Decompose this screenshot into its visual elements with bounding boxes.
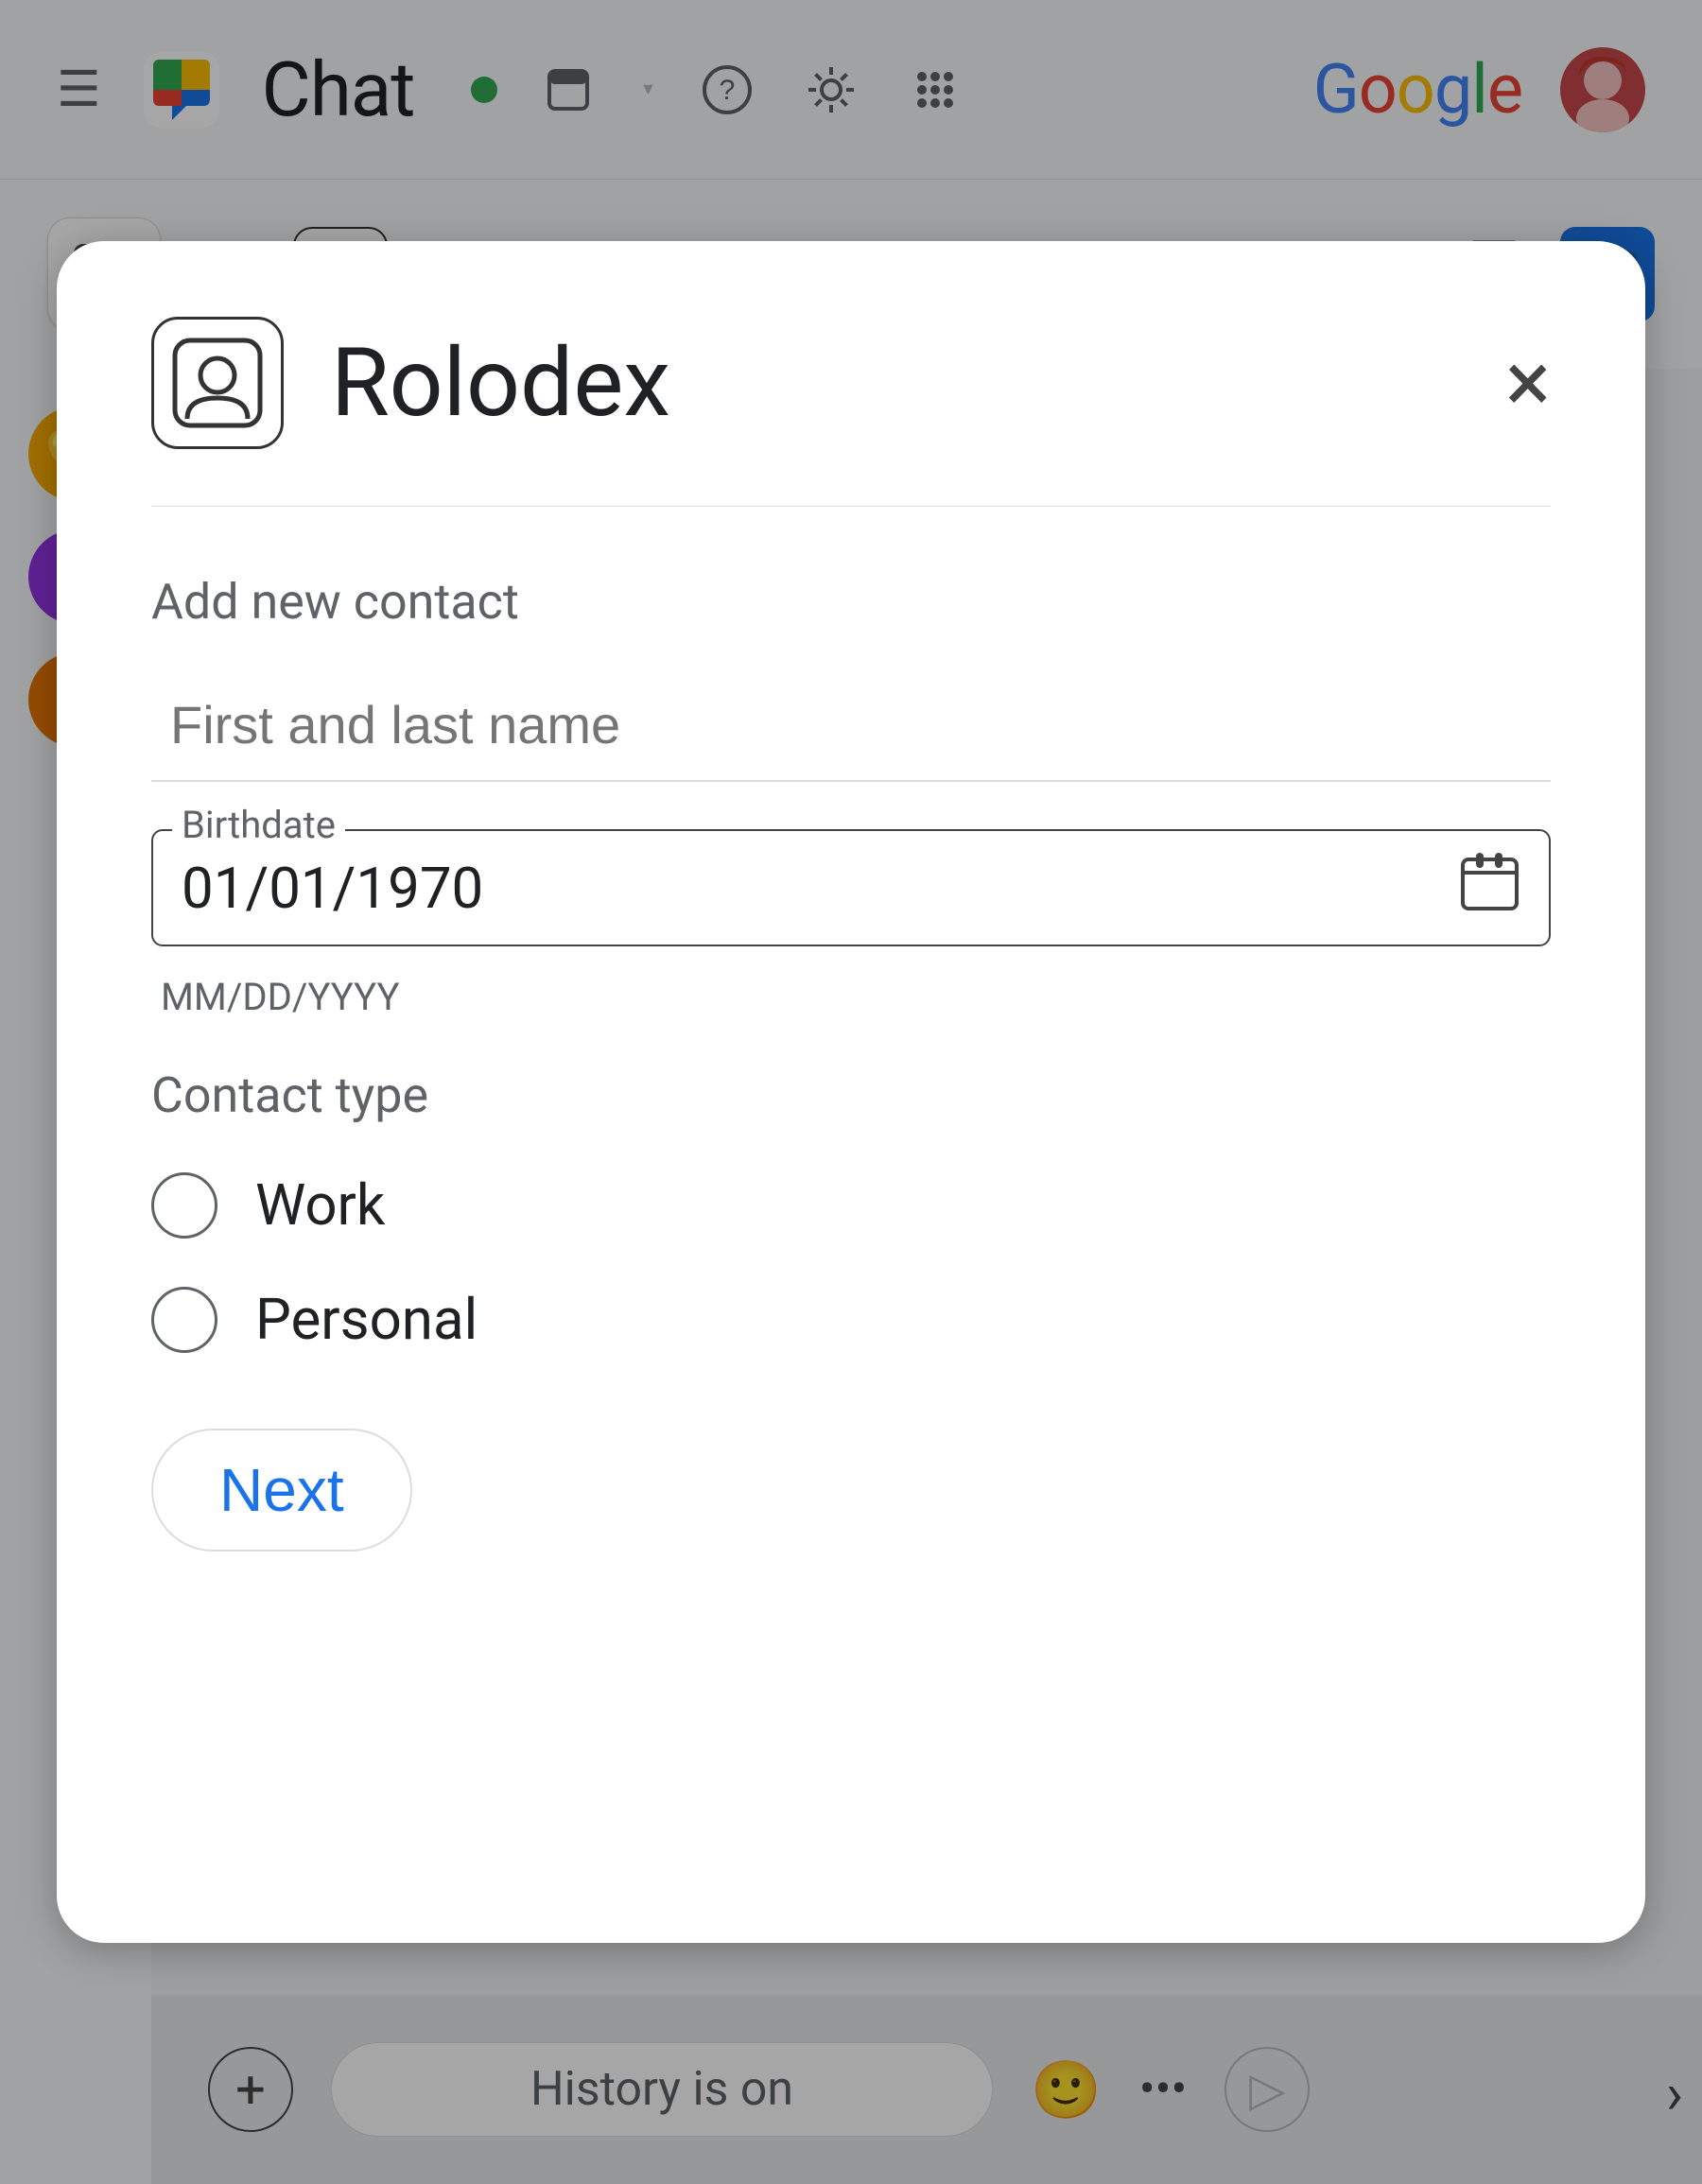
radio-label-personal: Personal (255, 1286, 478, 1353)
section-label: Add new contact (151, 573, 1551, 631)
name-input[interactable] (151, 668, 1551, 782)
rolodex-modal: Rolodex × Add new contact Birthdate 01/0… (57, 241, 1645, 1943)
radio-group: Work Personal (151, 1171, 1551, 1353)
modal-form: Add new contact Birthdate 01/01/1970 (151, 573, 1551, 1551)
radio-item-work[interactable]: Work (151, 1171, 1551, 1239)
modal-header: Rolodex × (151, 317, 1551, 507)
modal-title: Rolodex (331, 328, 1458, 439)
birthdate-container: Birthdate 01/01/1970 (151, 829, 1551, 946)
modal-bot-icon (151, 317, 284, 449)
close-icon[interactable]: × (1505, 340, 1551, 425)
radio-circle-personal[interactable] (151, 1287, 217, 1353)
radio-item-personal[interactable]: Personal (151, 1286, 1551, 1353)
birthdate-label: Birthdate (172, 803, 345, 847)
radio-label-work: Work (255, 1171, 385, 1239)
next-button[interactable]: Next (151, 1429, 412, 1551)
contact-type-label: Contact type (151, 1066, 1551, 1124)
name-input-container (151, 668, 1551, 782)
birthdate-format: MM/DD/YYYY (151, 975, 1551, 1019)
calendar-picker-icon[interactable] (1459, 850, 1520, 926)
birthdate-value: 01/01/1970 (182, 855, 483, 922)
birthdate-row: 01/01/1970 (182, 850, 1520, 926)
modal-overlay[interactable]: Rolodex × Add new contact Birthdate 01/0… (0, 0, 1702, 2184)
radio-circle-work[interactable] (151, 1172, 217, 1239)
